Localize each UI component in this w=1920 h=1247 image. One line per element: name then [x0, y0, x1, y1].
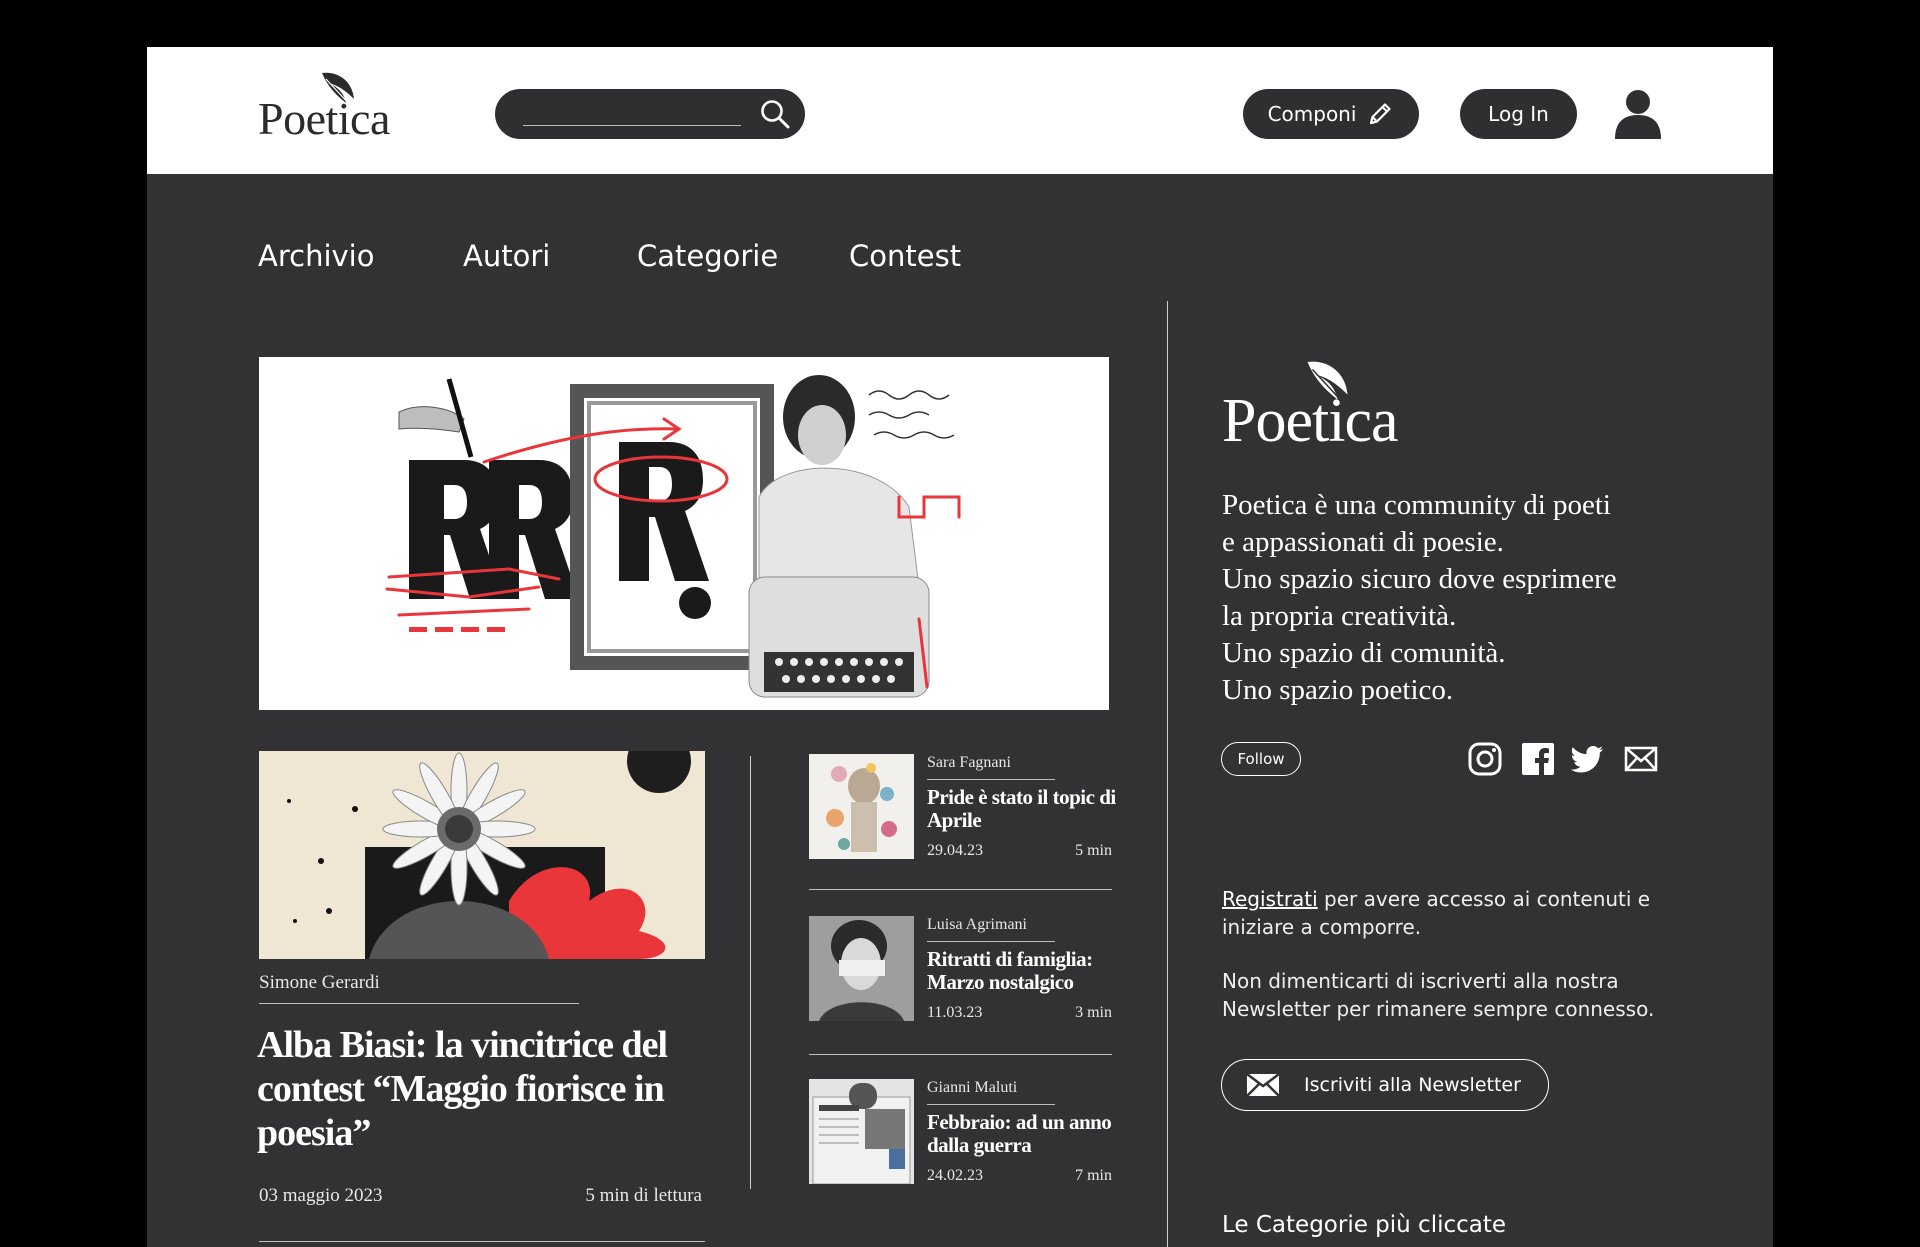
- envelope-icon: [1246, 1073, 1280, 1097]
- componi-button[interactable]: Componi: [1243, 89, 1419, 139]
- search-bar[interactable]: [495, 89, 805, 139]
- articles-divider: [750, 756, 751, 1189]
- article-author-divider: [927, 779, 1055, 780]
- componi-label: Componi: [1267, 102, 1357, 126]
- newsletter-subscribe-button[interactable]: Iscriviti alla Newsletter: [1221, 1059, 1549, 1111]
- article-date: 11.03.23: [927, 1004, 983, 1021]
- article-author-divider: [927, 941, 1055, 942]
- flower-illustration: [287, 751, 691, 959]
- hero-illustration: [385, 375, 961, 698]
- logo-wordmark: Poetica: [258, 93, 390, 144]
- article-title[interactable]: Pride è stato il topic di Aprile: [927, 786, 1117, 832]
- article-separator: [809, 1054, 1112, 1055]
- register-paragraph: Registrati per avere accesso ai contenut…: [1222, 885, 1692, 941]
- description-line: la propria creatività.: [1222, 600, 1457, 632]
- description-line: Uno spazio poetico.: [1222, 674, 1454, 706]
- article-read-time: 7 min: [1075, 1167, 1112, 1184]
- article-author[interactable]: Luisa Agrimani: [927, 916, 1027, 934]
- nav-item-archivio[interactable]: Archivio: [258, 239, 463, 279]
- facebook-icon[interactable]: [1521, 742, 1555, 776]
- register-link[interactable]: Registrati: [1222, 887, 1318, 911]
- statue-flowers-illustration: [826, 763, 897, 852]
- search-icon[interactable]: [759, 98, 791, 130]
- article-read-time: 3 min: [1075, 1004, 1112, 1021]
- newspaper-illustration: [812, 1083, 911, 1184]
- column-divider: [1167, 301, 1168, 1247]
- article-card[interactable]: Gianni Maluti Febbraio: ad un anno dalla…: [809, 1079, 1112, 1189]
- search-input[interactable]: [523, 100, 741, 126]
- description-line: Uno spazio di comunità.: [1222, 637, 1506, 669]
- portrait-illustration: [809, 916, 914, 1021]
- article-date: 29.04.23: [927, 842, 983, 859]
- article-separator: [809, 889, 1112, 890]
- nav-item-categorie[interactable]: Categorie: [637, 239, 849, 279]
- article-read-time: 5 min: [1075, 842, 1112, 859]
- featured-date: 03 maggio 2023: [259, 1185, 383, 1206]
- twitter-icon[interactable]: [1571, 742, 1605, 776]
- article-author-divider: [927, 1104, 1055, 1105]
- description-line: Uno spazio sicuro dove esprimere: [1222, 563, 1617, 595]
- follow-label: Follow: [1237, 750, 1285, 768]
- login-label: Log In: [1488, 102, 1549, 126]
- newsletter-paragraph: Non dimenticarti di iscriverti alla nost…: [1222, 969, 1655, 1021]
- featured-bottom-divider: [259, 1241, 705, 1242]
- description-line: e appassionati di poesie.: [1222, 526, 1504, 558]
- pencil-icon: [1370, 103, 1392, 125]
- top-header: Poetica Componi Log In: [147, 47, 1773, 174]
- featured-article-image[interactable]: [259, 751, 705, 959]
- sidebar-description: Poetica è una community di poeti e appas…: [1222, 487, 1692, 709]
- article-card[interactable]: Luisa Agrimani Ritratti di famiglia: Mar…: [809, 916, 1112, 1026]
- article-title[interactable]: Febbraio: ad un anno dalla guerra: [927, 1111, 1117, 1157]
- login-button[interactable]: Log In: [1460, 89, 1577, 139]
- newsletter-button-label: Iscriviti alla Newsletter: [1304, 1074, 1521, 1096]
- article-thumbnail[interactable]: [809, 1079, 914, 1184]
- article-author[interactable]: Gianni Maluti: [927, 1079, 1017, 1097]
- page-frame: Poetica Componi Log In Archivio Autori C…: [147, 47, 1773, 1247]
- featured-title[interactable]: Alba Biasi: la vincitrice del contest “M…: [257, 1023, 727, 1155]
- email-icon[interactable]: [1624, 742, 1658, 776]
- categories-heading: Le Categorie più cliccate: [1222, 1212, 1507, 1238]
- featured-author-divider: [259, 1003, 579, 1004]
- user-account-icon[interactable]: [1613, 87, 1663, 139]
- follow-button[interactable]: Follow: [1221, 742, 1301, 776]
- article-card[interactable]: Sara Fagnani Pride è stato il topic di A…: [809, 754, 1116, 864]
- main-nav: Archivio Autori Categorie Contest: [258, 239, 961, 279]
- description-line: Poetica è una community di poeti: [1222, 489, 1611, 521]
- article-title[interactable]: Ritratti di famiglia: Marzo nostalgico: [927, 948, 1117, 994]
- nav-item-autori[interactable]: Autori: [463, 239, 637, 279]
- article-thumbnail[interactable]: [809, 754, 914, 859]
- hero-collage-image[interactable]: [259, 357, 1109, 710]
- nav-item-contest[interactable]: Contest: [849, 239, 961, 279]
- sidebar-logo-wordmark: Poetica: [1222, 387, 1398, 455]
- article-date: 24.02.23: [927, 1167, 983, 1184]
- sidebar-logo: Poetica: [1222, 357, 1422, 457]
- site-logo[interactable]: Poetica: [258, 69, 408, 149]
- article-thumbnail[interactable]: [809, 916, 914, 1021]
- article-author[interactable]: Sara Fagnani: [927, 754, 1011, 772]
- featured-read-time: 5 min di lettura: [585, 1185, 702, 1206]
- featured-author[interactable]: Simone Gerardi: [259, 972, 380, 994]
- instagram-icon[interactable]: [1468, 742, 1502, 776]
